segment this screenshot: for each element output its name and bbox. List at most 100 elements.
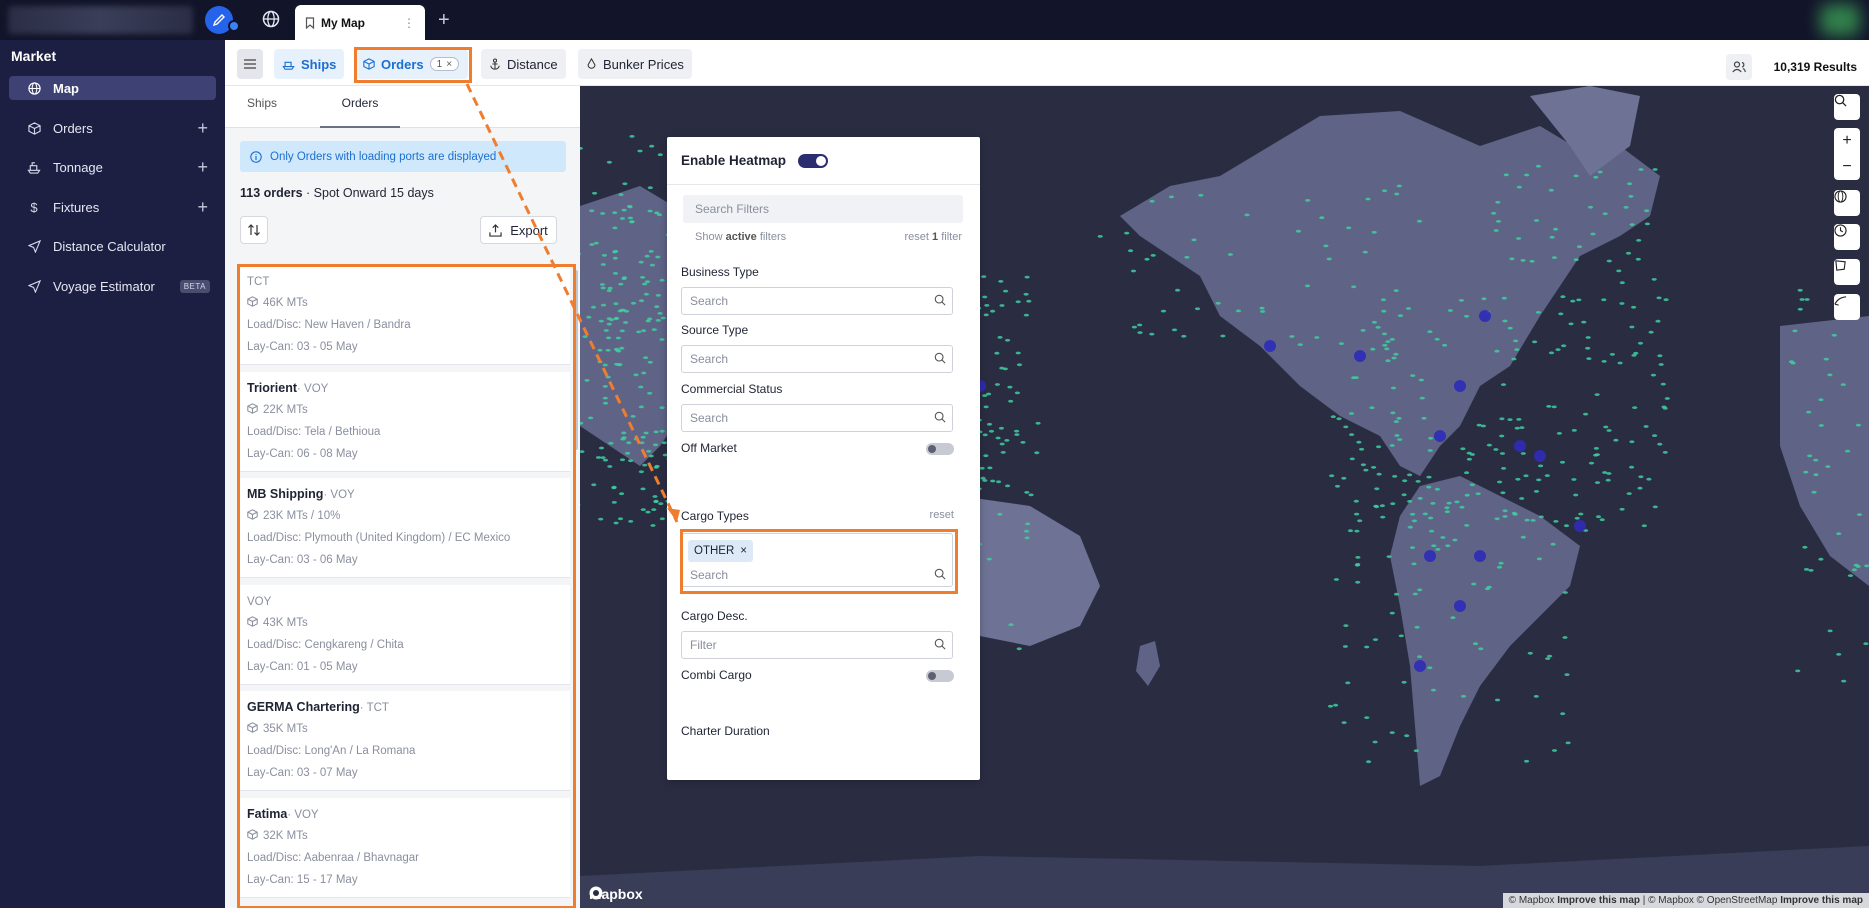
order-card[interactable]: VOY 43K MTs Load/Disc: Cengkareng / Chita L…	[239, 584, 570, 685]
polygon-control[interactable]	[1834, 259, 1860, 285]
close-icon[interactable]: ×	[446, 59, 452, 70]
order-card[interactable]: MB Shipping· VOY 23K MTs / 10% Load/Disc: …	[239, 478, 570, 578]
heat-point	[1370, 347, 1376, 351]
close-icon[interactable]: ×	[740, 545, 747, 557]
cargo-desc-filter[interactable]: Filter	[681, 631, 953, 659]
export-button[interactable]: Export	[480, 216, 557, 244]
add-fixture-button[interactable]: +	[197, 197, 208, 218]
sidebar-item-orders[interactable]: Orders +	[9, 116, 216, 140]
order-card[interactable]: GERMA Chartering· TCT 35K MTs Load/Disc: L…	[239, 691, 570, 791]
orders-filter-count[interactable]: 1 ×	[429, 57, 460, 71]
orders-filter-button[interactable]: Orders 1 ×	[355, 49, 468, 79]
clock-icon[interactable]	[1834, 224, 1860, 250]
off-market-toggle[interactable]	[926, 443, 954, 455]
list-scrollbar[interactable]	[574, 270, 578, 450]
ships-filter-button[interactable]: Ships	[274, 49, 345, 79]
order-title: Fatima· VOY	[247, 807, 562, 821]
heat-point	[1000, 451, 1006, 454]
order-card[interactable]: TCT 46K MTs Load/Disc: New Haven / Bandra L…	[239, 265, 570, 365]
add-order-button[interactable]: +	[197, 118, 208, 139]
sidebar-item-label: Tonnage	[53, 159, 103, 175]
order-card[interactable]: Triorient· VOY 22K MTs Load/Disc: Tela / B…	[239, 371, 570, 472]
order-card[interactable]: Fatima· VOY 32K MTs Load/Disc: Aabenraa / …	[239, 797, 570, 898]
history-control[interactable]	[1834, 224, 1860, 250]
heat-point	[990, 479, 996, 483]
heat-point	[1356, 440, 1362, 444]
tab-ships[interactable]: Ships	[247, 96, 277, 110]
polygon-icon[interactable]	[1834, 259, 1860, 285]
globe-icon[interactable]	[1834, 190, 1860, 216]
improve-map-link[interactable]: Improve this map	[1780, 895, 1863, 906]
heat-point	[1428, 516, 1434, 520]
map-search-control[interactable]	[1834, 94, 1860, 120]
list-toggle-button[interactable]	[237, 49, 263, 79]
sidebar-item-voyage-estimator[interactable]: Voyage Estimator BETA	[9, 274, 216, 298]
heat-point	[1827, 629, 1833, 633]
heat-point	[1345, 681, 1351, 685]
improve-map-link[interactable]: Improve this map	[1557, 895, 1640, 906]
heat-point	[1644, 209, 1650, 213]
search-icon[interactable]	[1834, 94, 1860, 120]
heat-point	[1458, 299, 1464, 302]
tab-menu-icon[interactable]: ⋮	[403, 16, 415, 30]
cargo-types-reset[interactable]: reset	[930, 509, 954, 521]
heat-point	[584, 379, 590, 382]
source-type-search[interactable]: Search	[681, 345, 953, 373]
heat-point	[601, 254, 607, 257]
business-type-search[interactable]: Search	[681, 287, 953, 315]
heat-point	[1606, 259, 1612, 263]
globe-tab-icon[interactable]	[260, 8, 282, 30]
heat-point	[1421, 416, 1427, 420]
zoom-in-icon[interactable]: +	[1834, 128, 1860, 154]
attribution-osm[interactable]: | © Mapbox © OpenStreetMap	[1643, 895, 1778, 906]
globe-control[interactable]	[1834, 190, 1860, 216]
heat-point	[1008, 399, 1014, 403]
cargo-types-input[interactable]: OTHER × Search	[681, 533, 953, 587]
heat-point	[1606, 429, 1612, 432]
beta-badge: BETA	[179, 279, 210, 293]
search-filters-input[interactable]: Search Filters	[683, 195, 963, 223]
add-tonnage-button[interactable]: +	[197, 157, 208, 178]
heat-point	[654, 305, 660, 309]
heat-point	[600, 286, 606, 290]
route-icon[interactable]	[1834, 294, 1860, 320]
reset-filters-link[interactable]: reset 1 filter	[905, 231, 963, 243]
heat-point	[617, 363, 623, 366]
heat-point	[1349, 433, 1355, 436]
distance-button[interactable]: Distance	[481, 49, 566, 79]
heat-point	[1380, 298, 1386, 302]
sidebar-item-distance-calculator[interactable]: Distance Calculator	[9, 234, 216, 258]
heat-point	[1184, 255, 1190, 259]
heat-point	[1658, 363, 1664, 366]
tab-my-map[interactable]: My Map ⋮	[295, 5, 425, 40]
cargo-chip-other[interactable]: OTHER ×	[688, 540, 753, 562]
sort-button[interactable]	[240, 216, 268, 244]
new-tab-button[interactable]: +	[438, 9, 450, 32]
heatmap-toggle[interactable]	[798, 153, 829, 168]
heat-point	[984, 304, 990, 307]
commercial-status-search[interactable]: Search	[681, 404, 953, 432]
zoom-out-icon[interactable]: −	[1834, 154, 1860, 180]
show-bold: active	[725, 231, 757, 243]
heat-point	[612, 272, 619, 275]
attribution-mapbox[interactable]: © Mapbox	[1509, 895, 1555, 906]
heat-point	[1605, 478, 1611, 482]
sidebar-item-fixtures[interactable]: $ Fixtures +	[9, 195, 216, 219]
combi-cargo-toggle[interactable]	[926, 670, 954, 682]
heat-point	[640, 276, 646, 279]
heat-point	[1016, 647, 1022, 651]
heat-point	[612, 226, 618, 230]
heat-point	[1544, 474, 1550, 477]
sidebar-item-tonnage[interactable]: Tonnage +	[9, 155, 216, 179]
heat-point	[1124, 231, 1130, 235]
route-control[interactable]	[1834, 294, 1860, 320]
bunker-prices-button[interactable]: Bunker Prices	[578, 49, 692, 79]
sidebar-item-map[interactable]: Map	[9, 76, 216, 100]
heat-point	[1435, 548, 1441, 551]
people-icon[interactable]	[1725, 54, 1752, 80]
heat-point	[615, 336, 621, 340]
tab-orders[interactable]: Orders	[320, 96, 400, 128]
show-active-filters[interactable]: Show active filters	[695, 231, 786, 243]
heat-point	[602, 401, 609, 405]
heat-hotspot	[1479, 310, 1491, 322]
